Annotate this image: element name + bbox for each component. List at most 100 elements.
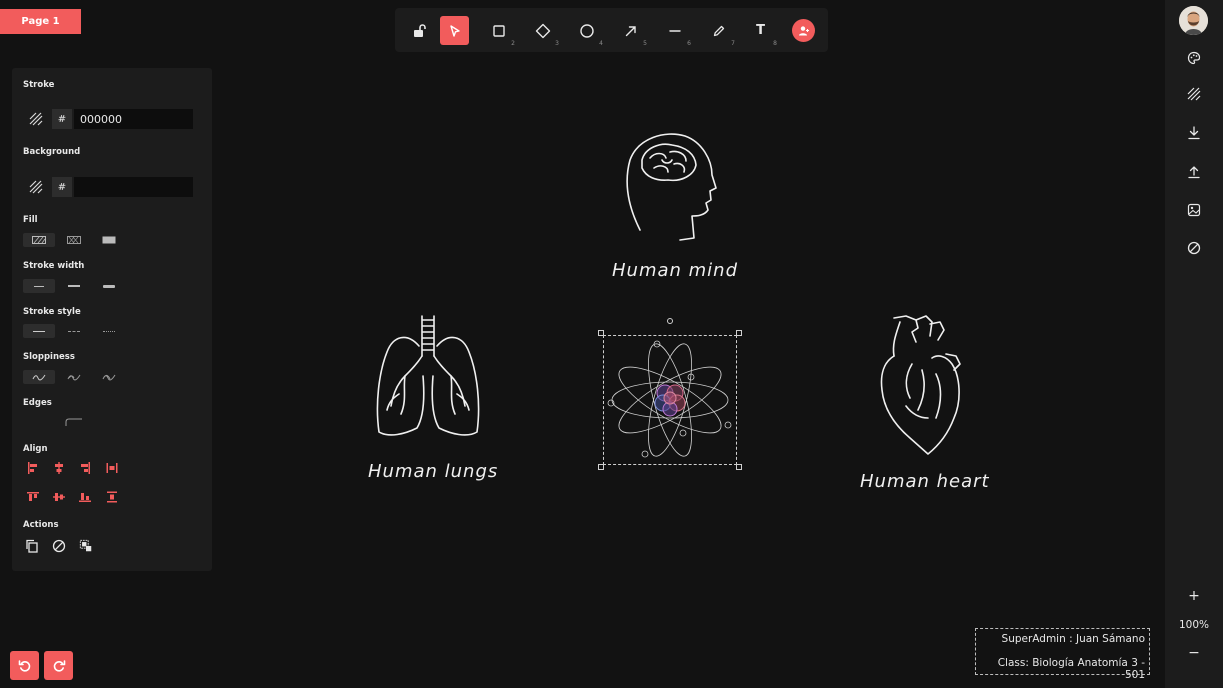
zoom-in-button[interactable]: + bbox=[1165, 588, 1223, 604]
tool-shortcut: 8 bbox=[773, 40, 777, 47]
circle-icon bbox=[579, 23, 594, 38]
user-line: SuperAdmin : Juan Sámano bbox=[1001, 633, 1145, 645]
rotate-handle[interactable] bbox=[667, 318, 673, 324]
align-top-button[interactable] bbox=[26, 490, 40, 504]
stroke-extra-bold-option[interactable] bbox=[93, 279, 125, 293]
head-brain-drawing[interactable] bbox=[620, 130, 725, 245]
distribute-horizontal-button[interactable] bbox=[105, 461, 119, 475]
align-right-button[interactable] bbox=[78, 461, 92, 475]
stroke-color-input[interactable] bbox=[74, 109, 193, 129]
atom-drawing[interactable] bbox=[605, 337, 735, 463]
hatch-swatch-icon[interactable] bbox=[29, 112, 43, 126]
tool-shortcut: 6 bbox=[687, 40, 691, 47]
tool-shortcut: 4 bbox=[599, 40, 603, 47]
wave-icon bbox=[32, 374, 46, 381]
stroke-solid-option[interactable] bbox=[23, 324, 55, 338]
arrow-tool[interactable]: 5 bbox=[616, 16, 647, 47]
align-label: Align bbox=[23, 444, 48, 454]
page-tab[interactable]: Page 1 bbox=[0, 9, 81, 34]
fill-solid-option[interactable] bbox=[93, 233, 125, 247]
align-left-button[interactable] bbox=[26, 461, 40, 475]
hatch-swatch-icon[interactable] bbox=[29, 180, 43, 194]
distribute-horizontal-icon bbox=[106, 463, 118, 473]
fill-hachure-option[interactable] bbox=[23, 233, 55, 247]
pencil-icon bbox=[713, 25, 724, 36]
upload-icon bbox=[1188, 166, 1200, 179]
crosshatch-icon bbox=[67, 236, 81, 244]
stroke-thin-option[interactable] bbox=[23, 279, 55, 293]
align-bottom-button[interactable] bbox=[78, 490, 92, 504]
clear-icon bbox=[1187, 241, 1201, 255]
align-bottom-icon bbox=[79, 493, 91, 502]
background-color-input[interactable] bbox=[74, 177, 193, 197]
clear-canvas-button[interactable] bbox=[1184, 238, 1204, 258]
dotted-line-icon bbox=[103, 330, 115, 332]
line-icon bbox=[668, 29, 681, 32]
sloppiness-artist-option[interactable] bbox=[58, 370, 90, 384]
stroke-dotted-option[interactable] bbox=[93, 324, 125, 338]
lock-tool[interactable] bbox=[404, 16, 433, 45]
zoom-out-button[interactable]: − bbox=[1165, 645, 1223, 661]
heart-drawing[interactable] bbox=[876, 314, 966, 459]
select-tool[interactable] bbox=[440, 16, 469, 45]
user-avatar[interactable] bbox=[1179, 6, 1208, 35]
text-tool[interactable]: T 8 bbox=[746, 16, 777, 47]
rectangle-tool[interactable]: 2 bbox=[484, 16, 515, 47]
upload-button[interactable] bbox=[1184, 162, 1204, 182]
redo-button[interactable] bbox=[44, 651, 73, 680]
line-tool[interactable]: 6 bbox=[660, 16, 691, 47]
fill-label: Fill bbox=[23, 215, 38, 225]
edges-label: Edges bbox=[23, 398, 52, 408]
stroke-style-label: Stroke style bbox=[23, 307, 81, 317]
unlock-icon bbox=[413, 23, 426, 37]
draw-tool[interactable]: 7 bbox=[704, 16, 735, 47]
align-middle-icon bbox=[53, 493, 65, 501]
sloppiness-cartoonist-option[interactable] bbox=[93, 370, 125, 384]
hatch-button[interactable] bbox=[1184, 84, 1204, 104]
delete-button[interactable] bbox=[52, 539, 66, 553]
tool-shortcut: 2 bbox=[511, 40, 515, 47]
download-button[interactable] bbox=[1184, 123, 1204, 143]
solid-fill-icon bbox=[102, 236, 116, 244]
round-edge-icon bbox=[65, 418, 82, 426]
diamond-tool[interactable]: 3 bbox=[528, 16, 559, 47]
hash-prefix: # bbox=[52, 109, 72, 129]
image-button[interactable] bbox=[1184, 200, 1204, 220]
pointer-icon bbox=[449, 24, 460, 37]
palette-button[interactable] bbox=[1184, 48, 1204, 68]
human-mind-label[interactable]: Human mind bbox=[612, 260, 738, 281]
actions-label: Actions bbox=[23, 520, 59, 530]
stroke-width-label: Stroke width bbox=[23, 261, 85, 271]
human-heart-label[interactable]: Human heart bbox=[860, 471, 990, 492]
distribute-vertical-button[interactable] bbox=[105, 490, 119, 504]
align-center-h-button[interactable] bbox=[52, 461, 66, 475]
sloppiness-architect-option[interactable] bbox=[23, 370, 55, 384]
stroke-dashed-option[interactable] bbox=[58, 324, 90, 338]
extra-bold-line-icon bbox=[103, 284, 115, 288]
human-lungs-label[interactable]: Human lungs bbox=[368, 461, 498, 482]
sloppiness-label: Sloppiness bbox=[23, 352, 75, 362]
resize-handle-ne[interactable] bbox=[736, 330, 742, 336]
collaborate-button[interactable] bbox=[792, 19, 815, 42]
align-center-v-button[interactable] bbox=[52, 490, 66, 504]
fill-crosshatch-option[interactable] bbox=[58, 233, 90, 247]
group-button[interactable] bbox=[79, 539, 93, 553]
edges-round-option[interactable] bbox=[58, 415, 90, 429]
hachure-icon bbox=[32, 236, 46, 244]
resize-handle-se[interactable] bbox=[736, 464, 742, 470]
tool-shortcut: 3 bbox=[555, 40, 559, 47]
copy-icon bbox=[26, 539, 38, 553]
lungs-drawing[interactable] bbox=[373, 314, 485, 439]
ellipse-tool[interactable]: 4 bbox=[572, 16, 603, 47]
stroke-bold-option[interactable] bbox=[58, 279, 90, 293]
right-sidebar: + 100% − bbox=[1165, 0, 1223, 688]
zoom-level: 100% bbox=[1178, 619, 1210, 631]
undo-button[interactable] bbox=[10, 651, 39, 680]
hash-prefix: # bbox=[52, 177, 72, 197]
resize-handle-sw[interactable] bbox=[598, 464, 604, 470]
diamond-icon bbox=[535, 23, 550, 38]
edges-sharp-option[interactable] bbox=[23, 415, 55, 429]
resize-handle-nw[interactable] bbox=[598, 330, 604, 336]
duplicate-button[interactable] bbox=[25, 539, 39, 553]
properties-panel: Stroke # Background # Fill Stroke width … bbox=[12, 68, 212, 571]
